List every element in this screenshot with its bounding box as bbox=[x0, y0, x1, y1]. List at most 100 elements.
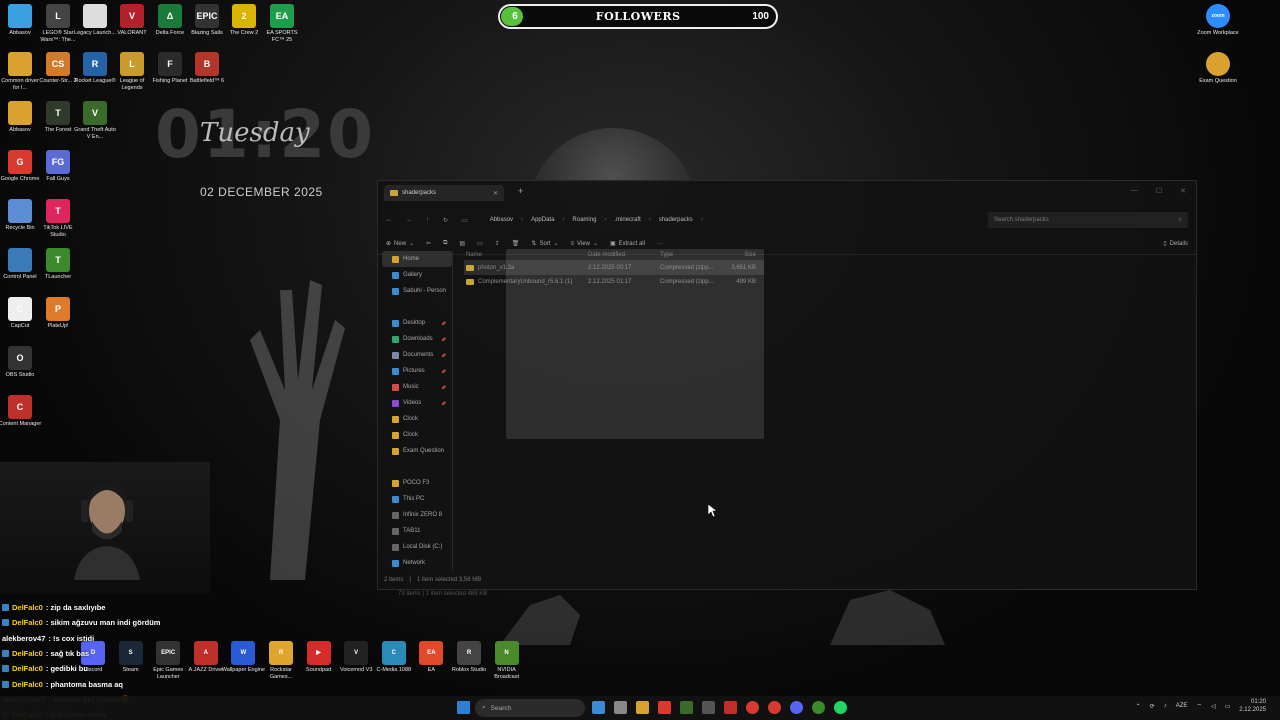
desktop-icon[interactable]: N NVIDIA Broadcast bbox=[485, 641, 529, 681]
pin-icon[interactable]: 📌 bbox=[441, 369, 446, 374]
nav-item[interactable]: Gallery bbox=[382, 267, 452, 283]
extract-label: Extract all bbox=[618, 240, 645, 247]
nav-item[interactable]: Pictures 📌 bbox=[382, 363, 452, 379]
desktop-icon[interactable]: C Content Manager bbox=[0, 395, 42, 428]
desktop-icon[interactable]: Exam Question bbox=[1196, 52, 1240, 85]
taskbar-app-icon[interactable] bbox=[658, 701, 671, 714]
language-indicator[interactable]: AZE bbox=[1176, 703, 1188, 709]
nav-item[interactable]: Infinix ZERO 8 bbox=[382, 507, 452, 523]
app-icon: W bbox=[231, 641, 256, 665]
wifi-icon[interactable]: ⌔ bbox=[1196, 702, 1202, 710]
desktop-icon-label: Zoom Workplace bbox=[1197, 30, 1239, 36]
tray-clock[interactable]: 01:20 2.12.2025 bbox=[1239, 698, 1266, 714]
nav-item[interactable]: Desktop 📌 bbox=[382, 315, 452, 331]
desktop-icon-label: PlateUp! bbox=[47, 323, 69, 329]
pin-icon[interactable]: 📌 bbox=[441, 353, 446, 358]
breadcrumb-item[interactable]: AppData bbox=[531, 217, 554, 223]
breadcrumb-item[interactable]: Roaming bbox=[572, 217, 596, 223]
breadcrumb-item[interactable]: shaderpacks bbox=[659, 217, 693, 223]
speaker-icon[interactable]: ◁ bbox=[1211, 703, 1216, 710]
close-tab-icon[interactable]: ✕ bbox=[493, 190, 498, 197]
back-icon[interactable]: ← bbox=[386, 217, 392, 223]
desktop-icon[interactable]: FG Fall Guys bbox=[36, 150, 80, 183]
taskbar-app-icon[interactable] bbox=[834, 701, 847, 714]
new-button[interactable]: ⊕ New ⌄ bbox=[386, 240, 414, 248]
sort-button[interactable]: ⇅ Sort ⌄ bbox=[531, 240, 558, 248]
desktop-icon[interactable]: P PlateUp! bbox=[36, 297, 80, 330]
chat-username: alekberov47 bbox=[2, 633, 46, 643]
nav-item[interactable]: POCO F3 bbox=[382, 475, 452, 491]
desktop-icon[interactable]: O OBS Studio bbox=[0, 346, 42, 379]
minimize-icon[interactable]: — bbox=[1131, 187, 1138, 195]
close-icon[interactable]: ✕ bbox=[1180, 187, 1186, 195]
app-icon: T bbox=[46, 101, 70, 125]
nav-item[interactable]: Network bbox=[382, 555, 452, 571]
pin-icon[interactable]: 📌 bbox=[441, 337, 446, 342]
more-button[interactable]: ··· bbox=[657, 241, 663, 247]
maximize-icon[interactable]: ☐ bbox=[1156, 187, 1162, 195]
nav-item[interactable]: Sabuhi - Person bbox=[382, 283, 452, 299]
taskbar-app-icon[interactable] bbox=[680, 701, 693, 714]
nav-item[interactable]: Clock bbox=[382, 427, 452, 443]
desktop-icon[interactable]: B Battlefield™ 6 bbox=[185, 52, 229, 85]
taskbar-app-icon[interactable] bbox=[702, 701, 715, 714]
nav-item-icon bbox=[392, 511, 399, 519]
taskbar-app-icon[interactable] bbox=[812, 701, 825, 714]
delete-icon[interactable]: 🗑 bbox=[512, 240, 520, 247]
app-icon: 2 bbox=[232, 4, 256, 28]
paste-icon[interactable]: ▤ bbox=[459, 240, 465, 247]
followers-goal-bar: 6 FOLLOWERS 100 bbox=[498, 4, 778, 29]
app-icon: C bbox=[381, 641, 406, 665]
app-icon: P bbox=[46, 297, 70, 321]
desktop-icon[interactable]: EA EA SPORTS FC™ 25 bbox=[260, 4, 304, 44]
explorer-tab[interactable]: shaderpacks ✕ bbox=[384, 185, 504, 201]
chevron-up-icon[interactable]: ⌃ bbox=[1136, 703, 1141, 710]
nav-item[interactable]: Music 📌 bbox=[382, 379, 452, 395]
new-tab-icon[interactable]: + bbox=[518, 186, 523, 196]
tray-app-icon[interactable]: ⟳ bbox=[1150, 703, 1155, 710]
details-button[interactable]: ▯ Details bbox=[1163, 240, 1188, 248]
desktop-icon[interactable]: T TLauncher bbox=[36, 248, 80, 281]
search-input[interactable]: Search shaderpacks ⌕ bbox=[988, 212, 1188, 228]
nav-item[interactable]: TAB11 bbox=[382, 523, 452, 539]
taskbar-app-icon[interactable] bbox=[614, 701, 627, 714]
rename-icon[interactable]: ▭ bbox=[477, 240, 483, 247]
pin-icon[interactable]: 📌 bbox=[441, 385, 446, 390]
taskbar-search[interactable]: ⌕ Search bbox=[475, 699, 585, 717]
desktop-icon[interactable]: V Grand Theft Auto V En... bbox=[73, 101, 117, 141]
nav-item[interactable]: Local Disk (C:) bbox=[382, 539, 452, 555]
taskbar-app-icon[interactable] bbox=[724, 701, 737, 714]
view-button[interactable]: ≡ View ⌄ bbox=[570, 240, 597, 248]
taskbar-app-icon[interactable] bbox=[790, 701, 803, 714]
battery-icon[interactable]: ▭ bbox=[1225, 703, 1231, 710]
tray-volume-icon[interactable]: ♪ bbox=[1164, 703, 1167, 709]
nav-item-label: Downloads bbox=[403, 336, 433, 342]
nav-item[interactable]: Videos 📌 bbox=[382, 395, 452, 411]
nav-item[interactable]: Clock bbox=[382, 411, 452, 427]
taskbar-app-icon[interactable] bbox=[592, 701, 605, 714]
copy-icon[interactable]: ⧉ bbox=[443, 240, 447, 247]
nav-item[interactable]: This PC bbox=[382, 491, 452, 507]
breadcrumb-item[interactable]: .minecraft bbox=[614, 217, 640, 223]
pin-icon[interactable]: 📌 bbox=[441, 401, 446, 406]
taskbar-app-icon[interactable] bbox=[768, 701, 781, 714]
pin-icon[interactable]: 📌 bbox=[441, 321, 446, 326]
desktop-icon-label: Battlefield™ 6 bbox=[189, 78, 225, 84]
nav-item[interactable]: Exam Question bbox=[382, 443, 452, 459]
nav-item[interactable]: Downloads 📌 bbox=[382, 331, 452, 347]
extract-all-button[interactable]: ▣ Extract all bbox=[610, 240, 645, 248]
nav-item[interactable]: Documents 📌 bbox=[382, 347, 452, 363]
forward-icon[interactable]: → bbox=[406, 217, 412, 223]
desktop-icon[interactable]: zoom Zoom Workplace bbox=[1196, 4, 1240, 37]
share-icon[interactable]: ⇪ bbox=[495, 240, 500, 247]
breadcrumb-item[interactable]: Abbasov bbox=[490, 217, 513, 223]
taskbar-app-icon[interactable] bbox=[636, 701, 649, 714]
nav-item[interactable]: Home bbox=[382, 251, 452, 267]
desktop-icon[interactable]: T TikTok LIVE Studio bbox=[36, 199, 80, 239]
taskbar-app-icon[interactable] bbox=[746, 701, 759, 714]
up-icon[interactable]: ↑ bbox=[426, 217, 429, 223]
refresh-icon[interactable]: ↻ bbox=[443, 217, 448, 224]
cut-icon[interactable]: ✂ bbox=[426, 240, 431, 247]
status-item-count: 2 items bbox=[384, 577, 404, 583]
start-icon[interactable] bbox=[457, 701, 470, 714]
